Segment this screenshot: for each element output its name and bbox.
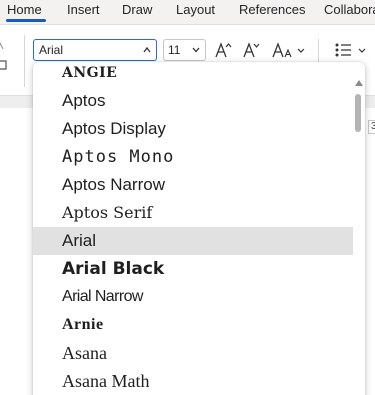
chevron-up-icon[interactable] — [142, 43, 152, 57]
font-option-asana-math[interactable]: Asana Math — [33, 367, 353, 395]
font-option-aptos-mono[interactable]: Aptos Mono — [33, 143, 353, 171]
tab-insert[interactable]: Insert — [67, 2, 100, 18]
ribbon-tab-bar: Home Insert Draw Layout References Colla… — [0, 0, 375, 24]
font-option-arial-narrow[interactable]: Arial Narrow — [33, 283, 353, 311]
font-name-value: Arial — [39, 43, 64, 57]
ruler-marker: 3 — [368, 120, 375, 134]
active-tab-indicator — [6, 19, 46, 22]
chevron-down-icon[interactable] — [191, 44, 201, 56]
font-option-arial[interactable]: Arial — [33, 227, 353, 255]
bullets-chevron-icon[interactable] — [357, 41, 367, 59]
tab-layout[interactable]: Layout — [176, 2, 215, 18]
bullets-icon[interactable] — [334, 41, 354, 59]
tab-home[interactable]: Home — [7, 2, 42, 18]
ribbon-divider — [318, 39, 319, 63]
font-option-asana[interactable]: Asana — [33, 339, 353, 367]
tab-collaborate[interactable]: Collabora — [324, 2, 375, 18]
font-size-value: 11 — [168, 43, 181, 57]
ribbon-divider — [24, 35, 25, 87]
font-option-angie[interactable]: ANGIE — [33, 62, 353, 87]
scroll-up-arrow-icon[interactable] — [355, 80, 363, 86]
grow-font-icon[interactable] — [214, 41, 232, 59]
font-name-combobox[interactable]: Arial — [33, 39, 157, 61]
change-case-chevron-icon[interactable] — [296, 41, 306, 59]
clipboard-icon[interactable] — [0, 39, 10, 79]
font-option-aptos[interactable]: Aptos — [33, 87, 353, 115]
tab-draw[interactable]: Draw — [122, 2, 152, 18]
font-option-aptos-serif[interactable]: Aptos Serif — [33, 199, 353, 227]
font-option-arial-black[interactable]: Arial Black — [33, 255, 353, 283]
font-size-combobox[interactable]: 11 — [163, 39, 206, 61]
font-option-arnie[interactable]: Arnie — [33, 311, 353, 339]
tab-references[interactable]: References — [239, 2, 305, 18]
shrink-font-icon[interactable] — [242, 41, 260, 59]
scrollbar-thumb[interactable] — [355, 94, 361, 132]
word-app-window: Home Insert Draw Layout References Colla… — [0, 0, 375, 395]
font-option-aptos-display[interactable]: Aptos Display — [33, 115, 353, 143]
font-option-aptos-narrow[interactable]: Aptos Narrow — [33, 171, 353, 199]
change-case-icon[interactable] — [272, 41, 294, 59]
font-list-dropdown: ANGIE Aptos Aptos Display Aptos Mono Apt… — [33, 62, 365, 395]
